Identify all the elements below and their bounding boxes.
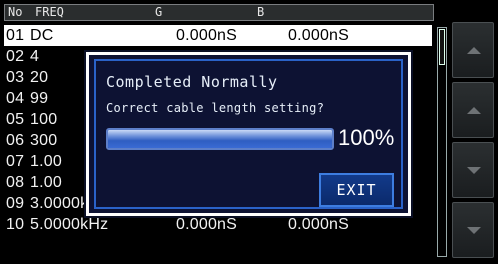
chevron-up-icon — [467, 47, 481, 54]
chevron-up-icon — [467, 107, 481, 114]
exit-button[interactable]: EXIT — [319, 173, 394, 207]
row-freq: 4 — [30, 48, 40, 65]
row-no: 09 — [6, 195, 25, 212]
row-no: 10 — [6, 216, 25, 233]
progress-percent: 100% — [338, 125, 395, 150]
scroll-down-button[interactable] — [452, 142, 494, 198]
row-freq: 1.00 — [30, 153, 62, 170]
row-no: 05 — [6, 111, 25, 128]
scrollbar[interactable] — [437, 27, 447, 257]
chevron-down-icon — [467, 167, 481, 174]
progress-fill — [108, 130, 332, 148]
table-header: No FREQ G B — [4, 4, 434, 21]
scroll-page-up-button[interactable] — [452, 22, 494, 78]
row-no: 03 — [6, 69, 25, 86]
scroll-up-button[interactable] — [452, 82, 494, 138]
dialog-message: Correct cable length setting? — [106, 101, 325, 115]
header-freq: FREQ — [35, 5, 64, 19]
row-g: 0.000nS — [176, 27, 238, 44]
chevron-down-icon — [467, 227, 481, 234]
row-no: 04 — [6, 90, 25, 107]
completion-dialog: Completed Normally Correct cable length … — [86, 52, 411, 216]
row-freq: DC — [30, 27, 54, 44]
row-no: 01 — [6, 27, 25, 44]
row-freq: 100 — [30, 111, 58, 128]
progress-bar — [106, 128, 334, 150]
scrollbar-thumb[interactable] — [439, 29, 445, 65]
dialog-title: Completed Normally — [106, 73, 278, 91]
row-g: 0.000nS — [176, 216, 238, 233]
row-no: 06 — [6, 132, 25, 149]
table-row[interactable]: 10 5.0000kHz 0.000nS 0.000nS — [4, 214, 432, 235]
header-no: No — [8, 5, 23, 19]
row-no: 08 — [6, 174, 25, 191]
row-freq: 1.00 — [30, 174, 62, 191]
row-freq: 99 — [30, 90, 49, 107]
screen: No FREQ G B 01 DC 0.000nS 0.000nS 02 4 03 20 04 9… — [0, 0, 498, 264]
table-row[interactable]: 01 DC 0.000nS 0.000nS — [4, 25, 432, 46]
header-b: B — [257, 5, 265, 19]
row-no: 07 — [6, 153, 25, 170]
header-g: G — [155, 5, 163, 19]
row-no: 02 — [6, 48, 25, 65]
row-freq: 20 — [30, 69, 49, 86]
row-freq: 300 — [30, 132, 58, 149]
row-b: 0.000nS — [288, 27, 350, 44]
row-b: 0.000nS — [288, 216, 350, 233]
row-freq: 5.0000kHz — [30, 216, 109, 233]
scroll-page-down-button[interactable] — [452, 202, 494, 258]
dialog-frame: Completed Normally Correct cable length … — [94, 59, 403, 209]
